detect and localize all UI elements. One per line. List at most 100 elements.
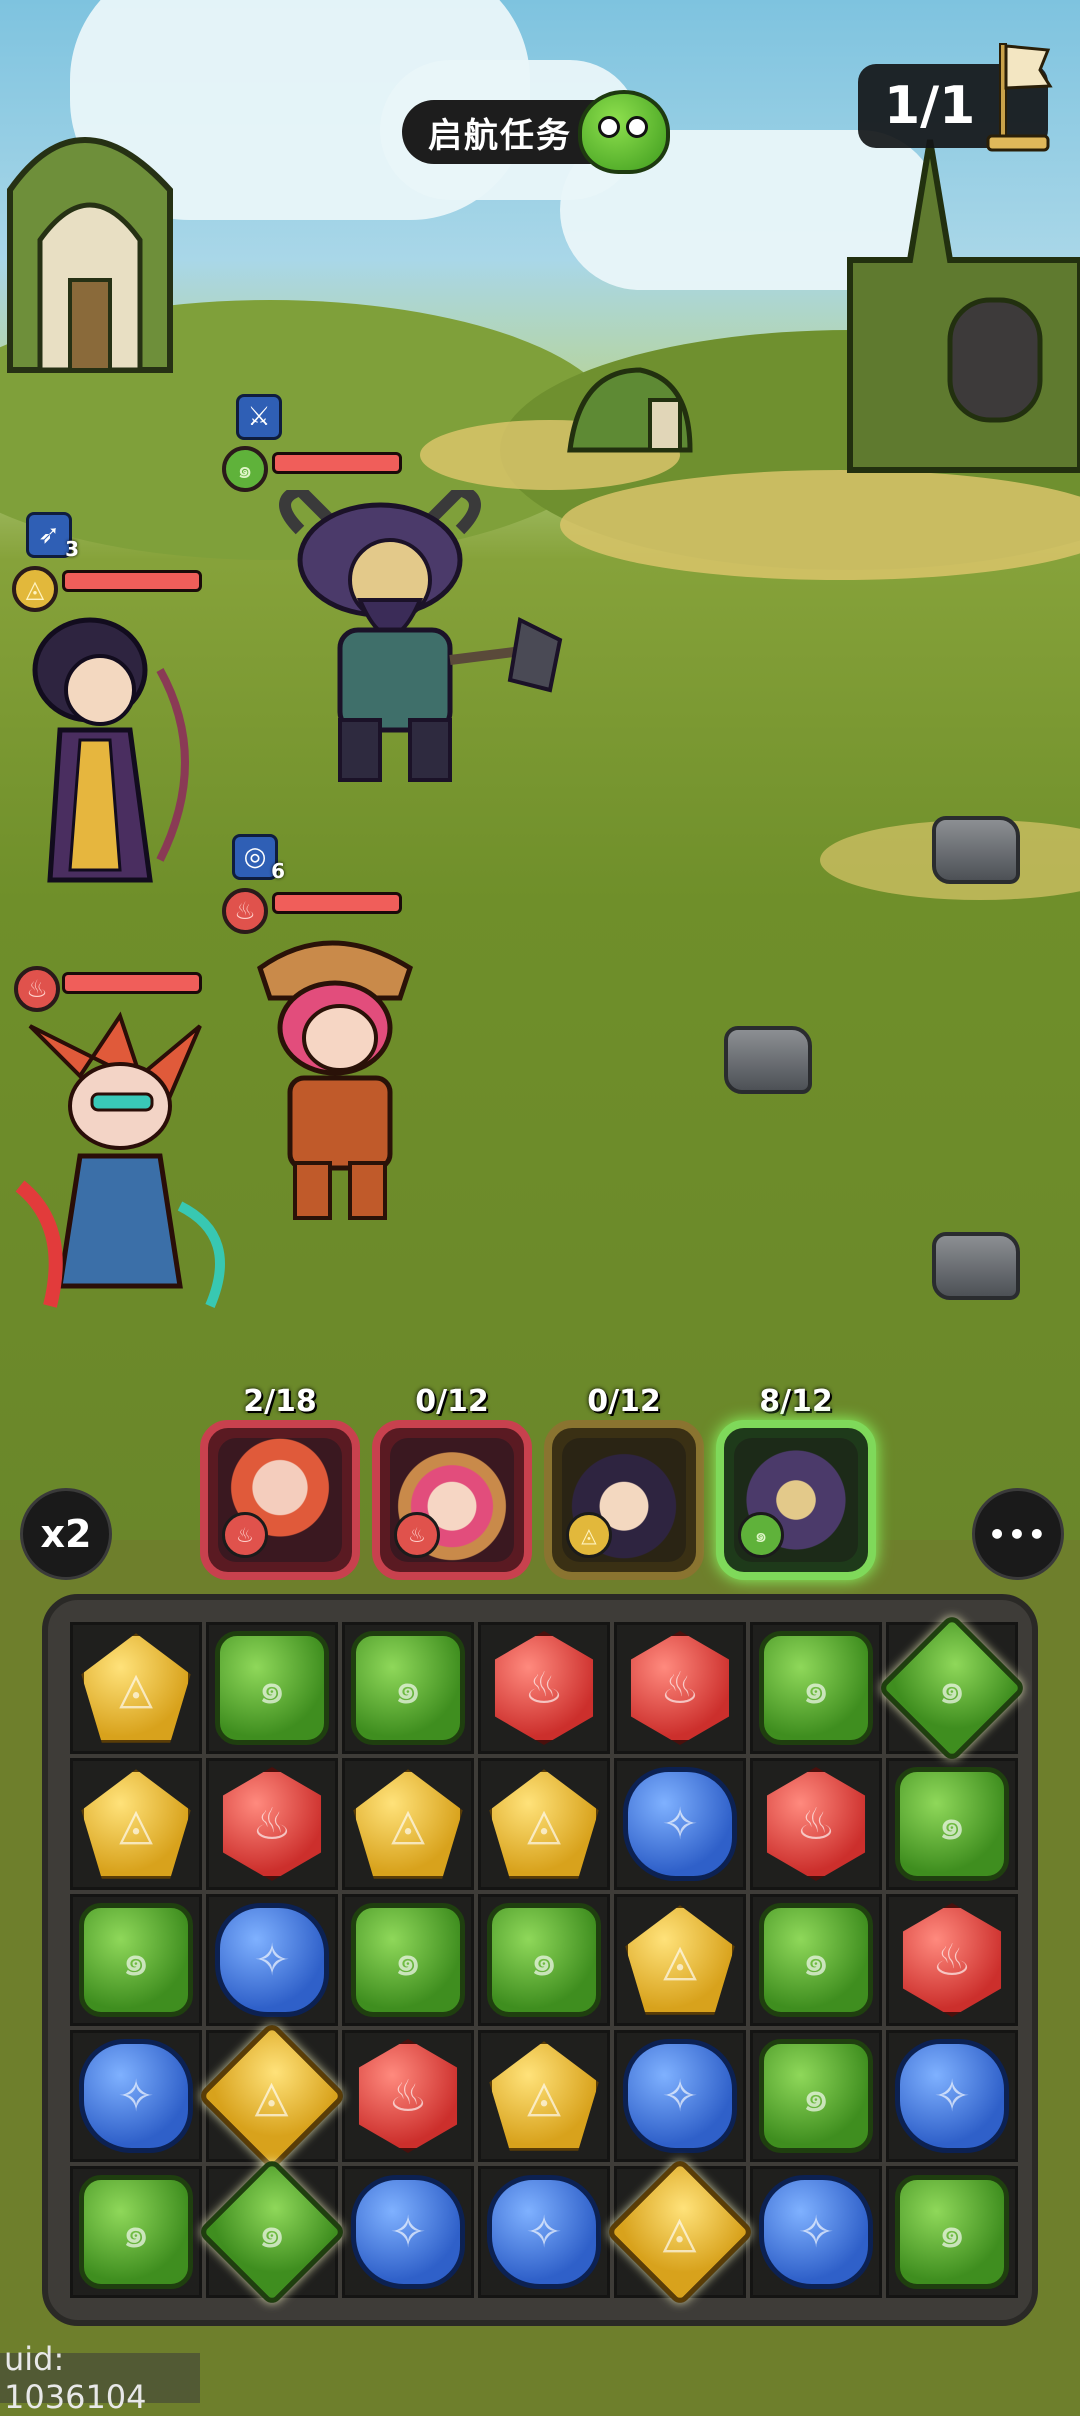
gem-cell[interactable]: ◬: [478, 2030, 610, 2162]
light-element-icon: ◬: [566, 1512, 612, 1558]
gem-cell[interactable]: ♨: [478, 1622, 610, 1754]
fire-gem-icon: ♨: [630, 1631, 730, 1745]
hp-bar: [272, 452, 402, 474]
gem-cell[interactable]: ✧: [886, 2030, 1018, 2162]
wood-element-icon: ๑: [222, 446, 268, 492]
flag-trophy-icon: [986, 43, 1053, 152]
hp-bar: [62, 972, 202, 994]
team-slot-1[interactable]: 2/18 ♨: [200, 1384, 360, 1584]
fire-gem-icon: ♨: [222, 1767, 322, 1881]
hp-bar: [272, 892, 402, 914]
team-slot-2[interactable]: 0/12 ♨: [372, 1384, 532, 1584]
hero-card-engineer[interactable]: ♨: [372, 1420, 532, 1580]
rock: [724, 1026, 812, 1094]
hero-card-archer[interactable]: ◬: [544, 1420, 704, 1580]
gem-cell[interactable]: ♨: [342, 2030, 474, 2162]
wood-gem-icon: ๑: [759, 1903, 873, 2017]
unit-archer[interactable]: ➶ 3 ◬: [10, 510, 230, 910]
gem-cell[interactable]: ✧: [750, 2166, 882, 2298]
hero-card-dragon-lady[interactable]: ♨: [200, 1420, 360, 1580]
axe-warrior-sprite: [279, 490, 563, 782]
bow-icon: ➶ 3: [26, 512, 79, 561]
archer-sprite: [32, 617, 189, 883]
wood-gem-icon: ๑: [79, 2175, 193, 2289]
energy-counter: 2/18: [243, 1384, 317, 1419]
fire-gem-icon: ♨: [902, 1903, 1002, 2017]
left-cottage: [7, 137, 173, 373]
gem-cell[interactable]: ๑: [478, 1894, 610, 2026]
gem-cell[interactable]: ๑: [750, 2030, 882, 2162]
water-gem-icon: ✧: [623, 1767, 737, 1881]
more-dots-icon: •••: [988, 1517, 1048, 1551]
gem-cell[interactable]: ๑: [70, 1894, 202, 2026]
hp-fill: [275, 455, 399, 471]
gem-cell[interactable]: ◬: [342, 1758, 474, 1890]
wood-gem-icon: ๑: [79, 1903, 193, 2017]
wood-special-gem-icon: ๑: [877, 1613, 1027, 1763]
speed-toggle-button[interactable]: x2: [20, 1488, 112, 1580]
gem-cell[interactable]: ✧: [70, 2030, 202, 2162]
gem-cell[interactable]: ♨: [750, 1758, 882, 1890]
team-slot-3[interactable]: 0/12 ◬: [544, 1384, 704, 1584]
light-gem-icon: ◬: [81, 1769, 191, 1879]
gem-cell[interactable]: ◬: [70, 1622, 202, 1754]
gem-cell[interactable]: ✧: [342, 2166, 474, 2298]
gem-cell[interactable]: ✧: [614, 1758, 746, 1890]
gem-cell[interactable]: ๑: [877, 1613, 1027, 1763]
hp-fill: [65, 573, 199, 589]
gem-cell[interactable]: ◬: [197, 2021, 347, 2171]
fire-element-icon: ♨: [222, 1512, 268, 1558]
skill-count: 3: [65, 537, 79, 561]
fire-gem-icon: ♨: [766, 1767, 866, 1881]
light-special-gem-icon: ◬: [197, 2021, 347, 2171]
gem-cell[interactable]: ๑: [342, 1894, 474, 2026]
gem-cell[interactable]: ๑: [750, 1894, 882, 2026]
light-special-gem-icon: ◬: [605, 2157, 755, 2307]
gem-cell[interactable]: ๑: [197, 2157, 347, 2307]
wood-gem-icon: ๑: [351, 1903, 465, 2017]
gem-cell[interactable]: ♨: [886, 1894, 1018, 2026]
speed-label: x2: [40, 1512, 92, 1556]
gem-cell[interactable]: ♨: [614, 1622, 746, 1754]
gem-cell[interactable]: ๑: [750, 1622, 882, 1754]
water-gem-icon: ✧: [79, 2039, 193, 2153]
gem-cell[interactable]: ◬: [605, 2157, 755, 2307]
unit-dragon-lady[interactable]: ♨: [10, 966, 250, 1326]
gem-cell[interactable]: ๑: [342, 1622, 474, 1754]
fire-gem-icon: ♨: [358, 2039, 458, 2153]
sword-icon: ⚔: [236, 394, 282, 440]
mission-label: 启航任务: [428, 115, 572, 156]
gem-cell[interactable]: ๑: [886, 2166, 1018, 2298]
dragon-lady-sprite: [15, 1011, 225, 1308]
gem-cell[interactable]: ๑: [206, 1622, 338, 1754]
gem-cell[interactable]: ✧: [206, 1894, 338, 2026]
light-gem-icon: ◬: [489, 1769, 599, 1879]
engineer-sprite: [257, 940, 413, 1220]
gem-cell[interactable]: ๑: [70, 2166, 202, 2298]
gem-cell[interactable]: ๑: [886, 1758, 1018, 1890]
gem-cell[interactable]: ◬: [614, 1894, 746, 2026]
water-gem-icon: ✧: [759, 2175, 873, 2289]
wood-element-icon: ๑: [738, 1512, 784, 1558]
right-cottage: [847, 139, 1080, 473]
light-gem-icon: ◬: [81, 1633, 191, 1743]
wood-gem-icon: ๑: [895, 2175, 1009, 2289]
gem-cell[interactable]: ♨: [206, 1758, 338, 1890]
gem-cell[interactable]: ✧: [478, 2166, 610, 2298]
more-menu-button[interactable]: •••: [972, 1488, 1064, 1580]
hp-bar: [62, 570, 202, 592]
water-gem-icon: ✧: [215, 1903, 329, 2017]
team-slot-4[interactable]: 8/12 ๑: [716, 1384, 876, 1584]
light-gem-icon: ◬: [489, 2041, 599, 2151]
unit-axe-warrior[interactable]: ⚔ ๑: [220, 390, 580, 810]
hero-card-axe-warrior[interactable]: ๑: [716, 1420, 876, 1580]
gem-cell[interactable]: ◬: [70, 1758, 202, 1890]
gem-cell[interactable]: ◬: [478, 1758, 610, 1890]
wood-gem-icon: ๑: [215, 1631, 329, 1745]
slime-mascot-icon: [578, 90, 670, 174]
unit-engineer[interactable]: ◎ 6 ♨: [220, 832, 440, 1232]
rock: [932, 1232, 1020, 1300]
light-gem-icon: ◬: [353, 1769, 463, 1879]
gem-cell[interactable]: ✧: [614, 2030, 746, 2162]
energy-counter: 0/12: [587, 1384, 661, 1419]
